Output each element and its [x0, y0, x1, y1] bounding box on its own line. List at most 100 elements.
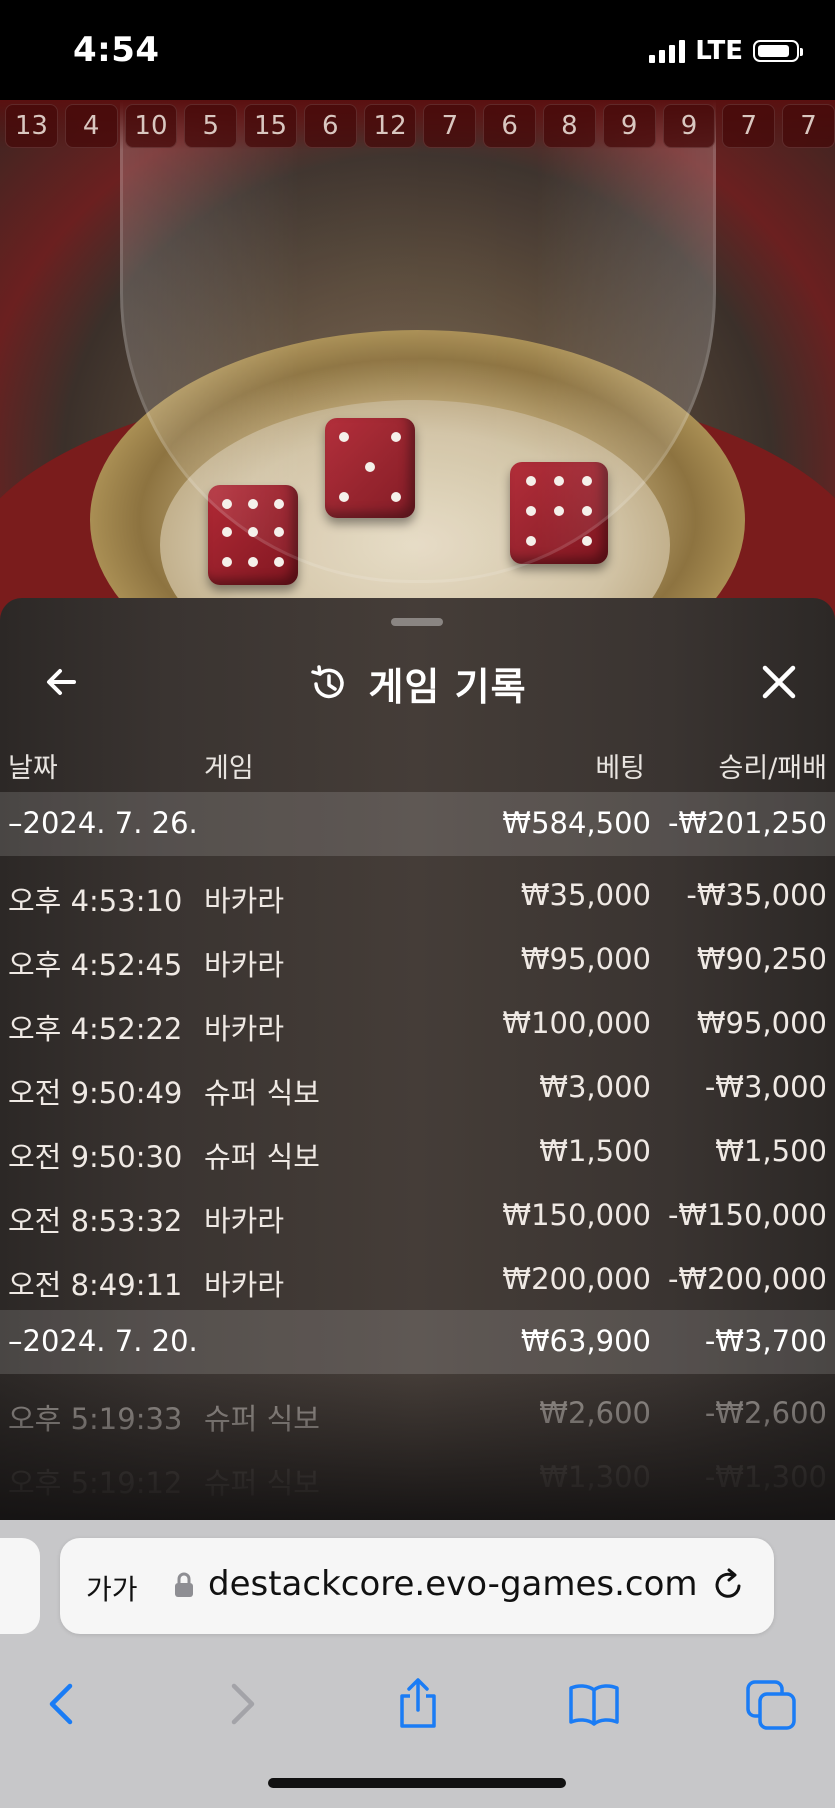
game-history-panel: 게임 기록 날짜 게임 베팅 승리/패배 –2024. 7. 26. ₩584,…	[0, 598, 835, 1523]
date-group-row[interactable]: –2024. 7. 20. ₩63,900 -₩3,700	[0, 1310, 835, 1374]
row-time: 오전 9:50:49	[8, 1076, 183, 1110]
text-size-button[interactable]: 가가	[86, 1568, 138, 1608]
roadmap-cell: 7	[423, 104, 477, 148]
browser-toolbar	[0, 1660, 835, 1750]
row-result: ₩1,500	[715, 1134, 827, 1168]
row-game: 바카라	[204, 884, 285, 918]
history-table: –2024. 7. 26. ₩584,500 -₩201,250 오후 4:53…	[0, 792, 835, 1508]
roadmap-cell: 15	[244, 104, 297, 148]
row-result: -₩200,000	[667, 1262, 827, 1296]
panel-header: 게임 기록	[0, 638, 835, 728]
signal-icon	[649, 39, 686, 63]
back-chevron-icon[interactable]	[34, 1676, 90, 1732]
row-bet: ₩1,500	[539, 1134, 651, 1168]
status-indicators: LTE	[649, 36, 803, 66]
lock-icon	[175, 1572, 193, 1597]
row-bet: ₩95,000	[520, 942, 651, 976]
roadmap-cell: 6	[483, 104, 537, 148]
roadmap-cell: 5	[184, 104, 238, 148]
row-result: ₩90,250	[696, 942, 827, 976]
row-result: -₩150,000	[667, 1198, 827, 1232]
roadmap-cell: 9	[602, 104, 656, 148]
status-bar: 4:54 LTE	[0, 0, 835, 100]
results-roadmap: 13 4 10 5 15 6 12 7 6 8 9 9 7 7	[0, 100, 835, 150]
history-row[interactable]: 오후 4:53:10 바카라 ₩35,000 -₩35,000	[0, 862, 835, 926]
history-row[interactable]: 오전 8:53:32 바카라 ₩150,000 -₩150,000	[0, 1182, 835, 1246]
row-bet: ₩1,300	[539, 1460, 651, 1494]
history-row[interactable]: 오전 9:50:30 슈퍼 식보 ₩1,500 ₩1,500	[0, 1118, 835, 1182]
row-time: 오후 4:53:10	[8, 884, 183, 918]
live-game-view	[0, 100, 835, 620]
row-result: -₩35,000	[686, 878, 827, 912]
panel-title-text: 게임 기록	[368, 665, 527, 709]
roadmap-cell: 9	[662, 104, 716, 148]
roadmap-cell: 4	[64, 104, 118, 148]
roadmap-cell: 8	[543, 104, 596, 148]
row-result: ₩95,000	[696, 1006, 827, 1040]
share-icon[interactable]	[390, 1676, 446, 1732]
history-row[interactable]: 오전 9:50:49 슈퍼 식보 ₩3,000 -₩3,000	[0, 1054, 835, 1118]
row-time: 오전 8:49:11	[8, 1268, 183, 1302]
roadmap-cell: 7	[722, 104, 776, 148]
column-header-date: 날짜	[8, 753, 58, 784]
home-indicator	[268, 1778, 566, 1788]
group-bet-total: ₩584,500	[502, 806, 651, 840]
row-result: -₩1,300	[704, 1460, 827, 1494]
url-text[interactable]: destackcore.evo-games.com	[208, 1564, 698, 1604]
row-result: -₩2,600	[704, 1396, 827, 1430]
group-date: –2024. 7. 26.	[8, 806, 198, 840]
row-game: 슈퍼 식보	[204, 1402, 320, 1436]
close-icon[interactable]	[753, 656, 805, 708]
status-time: 4:54	[73, 30, 160, 70]
row-game: 슈퍼 식보	[204, 1140, 320, 1174]
history-row[interactable]: 오후 4:52:22 바카라 ₩100,000 ₩95,000	[0, 990, 835, 1054]
group-bet-total: ₩63,900	[520, 1324, 651, 1358]
history-row[interactable]: 오후 5:19:12 슈퍼 식보 ₩1,300 -₩1,300	[0, 1444, 835, 1508]
panel-title: 게임 기록	[0, 656, 835, 711]
row-time: 오전 8:53:32	[8, 1204, 183, 1238]
row-bet: ₩200,000	[502, 1262, 651, 1296]
row-result: -₩3,000	[704, 1070, 827, 1104]
row-game: 바카라	[204, 1012, 285, 1046]
history-row[interactable]: 오전 8:49:11 바카라 ₩200,000 -₩200,000	[0, 1246, 835, 1310]
network-type: LTE	[695, 36, 743, 66]
battery-icon	[753, 40, 803, 62]
reload-icon[interactable]	[710, 1566, 748, 1604]
row-bet: ₩35,000	[520, 878, 651, 912]
row-game: 바카라	[204, 1204, 285, 1238]
history-row[interactable]: 오후 5:19:33 슈퍼 식보 ₩2,600 -₩2,600	[0, 1380, 835, 1444]
roadmap-cell: 10	[124, 104, 178, 148]
row-time: 오후 5:19:33	[8, 1402, 183, 1436]
row-bet: ₩100,000	[502, 1006, 651, 1040]
date-group-row[interactable]: –2024. 7. 26. ₩584,500 -₩201,250	[0, 792, 835, 856]
bookmarks-icon[interactable]	[566, 1676, 622, 1732]
roadmap-cell: 7	[782, 104, 835, 148]
table-header: 날짜 게임 베팅 승리/패배	[0, 740, 835, 790]
row-game: 바카라	[204, 1268, 285, 1302]
column-header-result: 승리/패배	[718, 753, 827, 784]
roadmap-cell: 13	[5, 104, 58, 148]
history-row[interactable]: 오후 4:52:45 바카라 ₩95,000 ₩90,250	[0, 926, 835, 990]
browser-bottom-bar: 가가 destackcore.evo-games.com	[0, 1520, 835, 1808]
row-bet: ₩3,000	[539, 1070, 651, 1104]
previous-tab-preview[interactable]	[0, 1538, 40, 1634]
tabs-icon[interactable]	[744, 1676, 800, 1732]
row-bet: ₩150,000	[502, 1198, 651, 1232]
address-bar[interactable]: 가가 destackcore.evo-games.com	[60, 1538, 774, 1634]
column-header-bet: 베팅	[595, 753, 645, 784]
row-bet: ₩2,600	[539, 1396, 651, 1430]
row-time: 오전 9:50:30	[8, 1140, 183, 1174]
column-header-game: 게임	[204, 753, 254, 784]
row-time: 오후 4:52:22	[8, 1012, 183, 1046]
row-game: 슈퍼 식보	[204, 1076, 320, 1110]
group-result-total: -₩3,700	[704, 1324, 827, 1358]
drag-handle[interactable]	[391, 618, 443, 626]
history-icon	[311, 664, 345, 698]
roadmap-cell: 6	[303, 104, 357, 148]
row-time: 오후 4:52:45	[8, 948, 183, 982]
row-game: 바카라	[204, 948, 285, 982]
group-result-total: -₩201,250	[667, 806, 827, 840]
row-time: 오후 5:19:12	[8, 1466, 183, 1500]
forward-chevron-icon[interactable]	[214, 1676, 270, 1732]
row-game: 슈퍼 식보	[204, 1466, 320, 1500]
